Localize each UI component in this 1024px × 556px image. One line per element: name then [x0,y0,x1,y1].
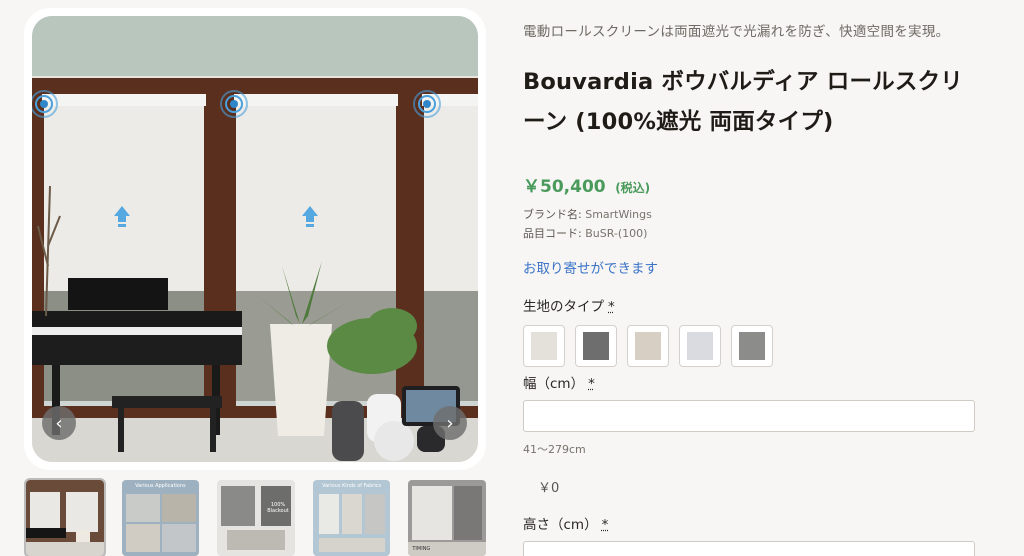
product-info: 電動ロールスクリーンは両面遮光で光漏れを防ぎ、快適空間を実現。 Bouvardi… [523,20,983,367]
product-price: ￥50,400 [523,177,606,197]
grey-swatch[interactable] [731,325,773,367]
fabric-type-label-text: 生地のタイプ [523,299,604,315]
light-beige-swatch[interactable] [523,325,565,367]
required-mark: * [588,376,595,392]
room-illustration [32,16,478,462]
thumbnail-image [125,494,196,552]
height-input[interactable] [523,541,975,556]
price-row: ￥50,400 (税込) [523,172,983,197]
required-mark: * [601,517,609,533]
thumbnail-caption: TIMING [412,546,431,552]
calculated-price: ￥0 [538,481,560,496]
thumbnail-image [221,486,292,550]
thumbnail-4[interactable]: Various Kinds of Fabrics [312,480,391,556]
order-availability-link[interactable]: お取り寄せができます [523,257,983,277]
chevron-right-icon: › [446,412,454,434]
brand-key: ブランド名: [523,208,582,221]
thumbnail-5[interactable]: TIMING [408,480,486,556]
sand-swatch[interactable] [627,325,669,367]
product-meta: ブランド名: SmartWings 品目コード: BuSR-(100) [523,205,983,243]
item-code-key: 品目コード: [523,227,582,240]
product-tagline: 電動ロールスクリーンは両面遮光で光漏れを防ぎ、快適空間を実現。 [523,24,950,40]
required-mark: * [608,299,615,315]
thumbnail-caption: 100% Blackout [267,502,289,514]
swatch-color [635,332,661,360]
thumbnail-image [26,492,104,556]
width-range-hint: 41〜279cm [523,443,586,456]
chevron-left-icon: ‹ [55,412,63,434]
width-label-text: 幅（cm） [523,376,585,392]
fabric-type-label: 生地のタイプ * [523,295,983,315]
item-code-row: 品目コード: BuSR-(100) [523,224,983,243]
brand-value: SmartWings [585,208,652,221]
thumbnail-strip: Various Applications 100% Blackout Vario… [24,478,486,556]
thumbnail-image [318,494,385,552]
height-label-text: 高さ（cm） [523,517,598,533]
thumbnail-caption: Various Kinds of Fabrics [322,483,382,489]
swatch-color [531,332,557,360]
thumbnail-1[interactable] [24,478,106,556]
item-code-value: BuSR-(100) [585,227,648,240]
product-title: Bouvardia ボウバルディア ロールスクリーン (100%遮光 両面タイプ… [523,69,963,135]
next-image-button[interactable]: › [433,406,467,440]
swatch-color [583,332,609,360]
thumbnail-image [408,486,486,556]
thumbnail-3[interactable]: 100% Blackout [217,480,295,556]
width-input[interactable] [523,400,975,432]
thumbnail-2[interactable]: Various Applications [121,480,200,556]
main-product-image[interactable] [32,16,478,462]
prev-image-button[interactable]: ‹ [42,406,76,440]
thumbnail-caption: Various Applications [135,483,186,489]
light-grey-swatch[interactable] [679,325,721,367]
brand-row: ブランド名: SmartWings [523,205,983,224]
tax-note: (税込) [615,181,651,195]
main-image-frame [24,8,486,470]
swatch-color [687,332,713,360]
width-label: 幅（cm） * [523,372,595,392]
height-label: 高さ（cm） * [523,513,608,533]
dark-grey-swatch[interactable] [575,325,617,367]
fabric-swatches [523,325,983,367]
swatch-color [739,332,765,360]
